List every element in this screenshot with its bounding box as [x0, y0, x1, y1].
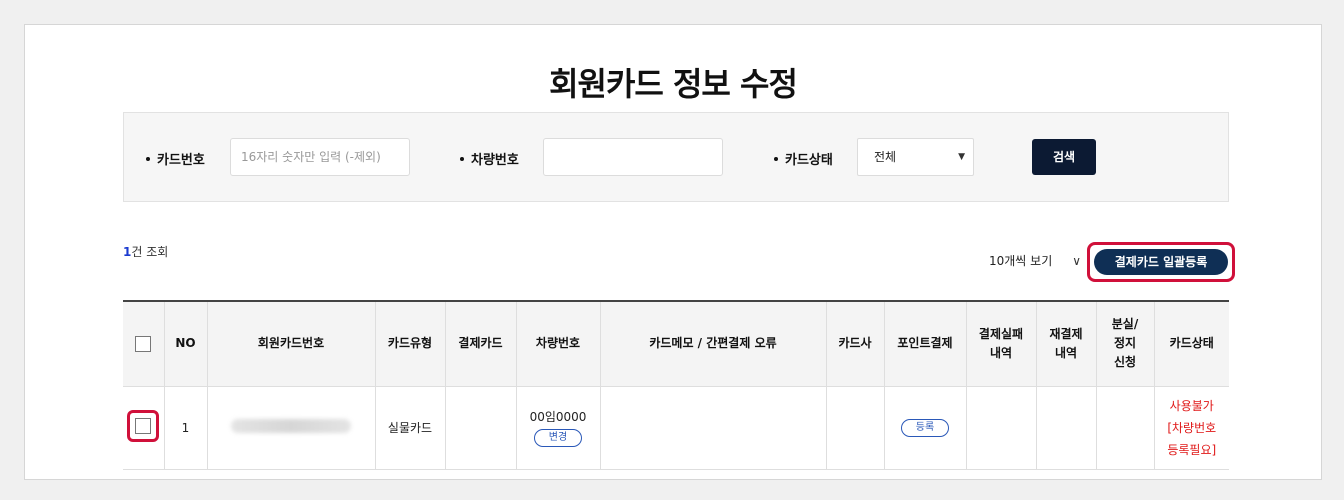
card-number-input[interactable]: 16자리 숫자만 입력 (-제외)	[230, 138, 410, 176]
cell-lost-request	[1095, 386, 1154, 470]
per-page-select[interactable]: 10개씩 보기 ∨	[983, 247, 1085, 275]
chevron-down-icon: ∨	[1072, 254, 1081, 268]
vehicle-number-label: 차량번호	[460, 149, 519, 168]
cell-member-card-number	[206, 386, 375, 470]
card-status-label: 카드상태	[774, 149, 833, 168]
col-payment-card: 결제카드	[444, 300, 516, 387]
col-member-card-number: 회원카드번호	[206, 300, 375, 387]
cell-card-company	[825, 386, 884, 470]
col-lost-request: 분실/정지 신청	[1095, 300, 1154, 387]
dropdown-arrow-icon: ▼	[958, 152, 965, 162]
vehicle-change-button[interactable]: 변경	[533, 429, 583, 447]
col-card-memo: 카드메모 / 간편결제 오류	[599, 300, 826, 387]
select-all-cell	[123, 300, 164, 387]
bulk-register-button[interactable]: 결제카드 일괄등록	[1094, 249, 1228, 275]
cell-repayment	[1035, 386, 1096, 470]
search-panel: 카드번호 16자리 숫자만 입력 (-제외) 차량번호 카드상태 전체 ▼ 검색	[123, 112, 1229, 202]
select-all-checkbox[interactable]	[135, 335, 152, 352]
result-count: 1건 조회	[123, 245, 169, 259]
cell-payment-fail	[965, 386, 1036, 470]
col-no: NO	[163, 300, 207, 387]
bullet-icon	[146, 156, 150, 161]
point-register-button[interactable]: 등록	[900, 418, 950, 437]
table-row: 1 실물카드 00임0000 변경 등록 사용불가 [차량번호 등록필요]	[123, 386, 1229, 470]
cell-no: 1	[163, 386, 207, 470]
bullet-icon	[460, 156, 464, 161]
cell-card-memo	[599, 386, 826, 470]
row-select-cell	[123, 386, 164, 470]
cell-card-status: 사용불가 [차량번호 등록필요]	[1153, 386, 1229, 470]
col-repayment: 재결제 내역	[1035, 300, 1096, 387]
row-checkbox[interactable]	[135, 418, 152, 434]
bullet-icon	[774, 156, 778, 161]
search-button[interactable]: 검색	[1032, 139, 1096, 175]
col-point-payment: 포인트결제	[883, 300, 966, 387]
col-payment-fail: 결제실패 내역	[965, 300, 1036, 387]
cell-vehicle-number: 00임0000 변경	[515, 386, 600, 470]
cell-point-payment: 등록	[883, 386, 966, 470]
cell-payment-card	[444, 386, 516, 470]
highlight-box	[127, 410, 160, 442]
col-card-company: 카드사	[825, 300, 884, 387]
member-card-table: NO 회원카드번호 카드유형 결제카드 차량번호 카드메모 / 간편결제 오류 …	[123, 300, 1229, 470]
card-number-label: 카드번호	[146, 149, 205, 168]
col-vehicle-number: 차량번호	[515, 300, 600, 387]
blurred-card-number	[231, 419, 351, 433]
col-card-type: 카드유형	[374, 300, 445, 387]
vehicle-number-input[interactable]	[543, 138, 723, 176]
cell-card-type: 실물카드	[374, 386, 445, 470]
page-frame: 회원카드 정보 수정 카드번호 16자리 숫자만 입력 (-제외) 차량번호 카…	[24, 24, 1322, 480]
page-title: 회원카드 정보 수정	[549, 65, 798, 103]
col-card-status: 카드상태	[1153, 300, 1229, 387]
card-status-select[interactable]: 전체 ▼	[857, 138, 974, 176]
card-status-text: 사용불가 [차량번호 등록필요]	[1167, 398, 1217, 457]
table-header-row: NO 회원카드번호 카드유형 결제카드 차량번호 카드메모 / 간편결제 오류 …	[123, 300, 1229, 387]
vehicle-number-text: 00임0000	[529, 410, 587, 424]
